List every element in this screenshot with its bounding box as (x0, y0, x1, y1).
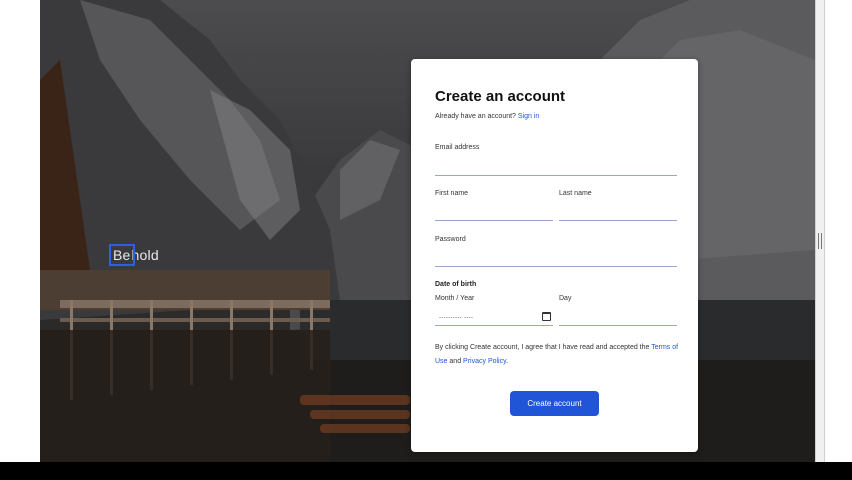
selected-text: Be (109, 244, 135, 266)
last-name-label: Last name (559, 190, 592, 197)
day-label: Day (559, 295, 572, 302)
create-account-button[interactable]: Create account (510, 391, 599, 416)
password-label: Password (435, 236, 466, 243)
first-name-label: First name (435, 190, 469, 197)
terms-and: and (449, 358, 462, 365)
signup-card: Create an account Already have an accoun… (411, 59, 698, 452)
month-year-underline (435, 325, 553, 326)
resize-grip-icon[interactable] (818, 233, 822, 249)
privacy-policy-link[interactable]: Privacy Policy (463, 358, 506, 365)
password-field[interactable] (435, 251, 677, 265)
signin-prompt-text: Already have an account? (435, 113, 516, 120)
calendar-icon[interactable] (542, 312, 551, 321)
page-title: Create an account (435, 88, 566, 105)
dob-heading: Date of birth (435, 281, 477, 288)
month-year-placeholder: ---------- ---- (439, 315, 474, 321)
last-name-underline (559, 220, 677, 221)
last-name-field[interactable] (559, 205, 677, 219)
first-name-field[interactable] (435, 205, 553, 219)
email-label: Email address (435, 144, 480, 151)
email-field[interactable] (435, 160, 677, 174)
hero-overlay-text: Behold (109, 244, 159, 266)
terms-suffix: . (506, 358, 509, 365)
month-year-field[interactable]: ---------- ---- (435, 309, 553, 325)
window-edge (815, 0, 825, 462)
terms-text: By clicking Create account, I agree that… (435, 341, 680, 369)
bottom-bar (0, 462, 852, 480)
day-underline (559, 325, 677, 326)
signin-prompt: Already have an account? Sign in (435, 113, 539, 120)
password-underline (435, 266, 677, 267)
left-margin (0, 0, 40, 480)
signin-link[interactable]: Sign in (518, 113, 539, 120)
first-name-underline (435, 220, 553, 221)
day-field[interactable] (559, 310, 677, 324)
terms-prefix: By clicking Create account, I agree that… (435, 344, 650, 351)
unselected-text: hold (131, 247, 159, 263)
email-underline (435, 175, 677, 176)
month-year-label: Month / Year (435, 295, 475, 302)
